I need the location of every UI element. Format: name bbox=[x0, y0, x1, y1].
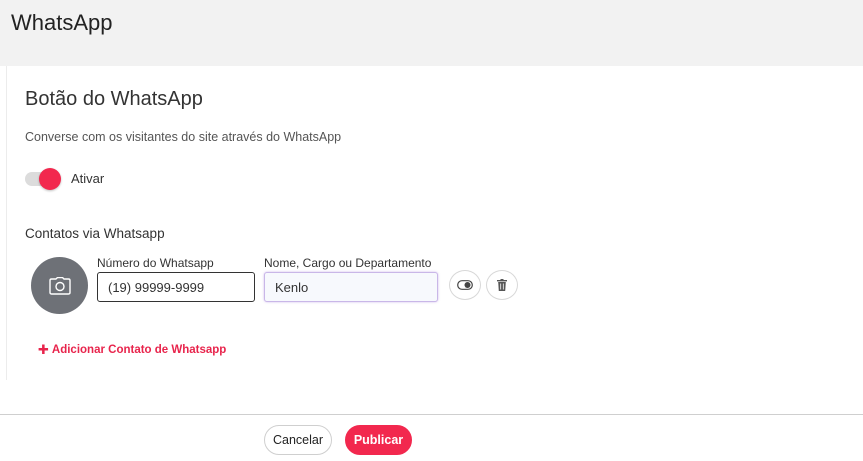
name-field-label: Nome, Cargo ou Departamento bbox=[264, 256, 432, 270]
toggle-icon bbox=[457, 280, 473, 290]
toggle-knob bbox=[39, 168, 61, 190]
publish-button[interactable]: Publicar bbox=[345, 425, 412, 455]
footer-divider bbox=[0, 414, 863, 415]
camera-icon bbox=[48, 276, 71, 295]
activate-toggle[interactable] bbox=[25, 168, 61, 190]
add-contact-link[interactable]: ✚ Adicionar Contato de Whatsapp bbox=[38, 342, 226, 358]
add-contact-label: Adicionar Contato de Whatsapp bbox=[51, 344, 227, 356]
page-title: Botão do WhatsApp bbox=[25, 88, 203, 110]
name-field-group: Nome, Cargo ou Departamento bbox=[264, 256, 438, 302]
contact-delete-button[interactable] bbox=[486, 270, 518, 300]
phone-field-label: Número do Whatsapp bbox=[97, 256, 214, 270]
trash-icon bbox=[497, 279, 507, 291]
contacts-section-title: Contatos via Whatsapp bbox=[25, 226, 165, 241]
top-bar: WhatsApp bbox=[0, 0, 863, 66]
phone-input[interactable] bbox=[97, 272, 255, 302]
plus-icon: ✚ bbox=[38, 342, 49, 357]
settings-card: Botão do WhatsApp Converse com os visita… bbox=[6, 66, 863, 380]
phone-field-group: Número do Whatsapp bbox=[97, 256, 255, 302]
name-input[interactable] bbox=[264, 272, 438, 302]
app-title: WhatsApp bbox=[11, 10, 113, 35]
contact-photo-upload[interactable] bbox=[31, 257, 88, 314]
page-description: Converse com os visitantes do site atrav… bbox=[25, 130, 342, 144]
activate-toggle-label: Ativar bbox=[71, 170, 105, 186]
activate-toggle-row: Ativar bbox=[25, 168, 105, 190]
cancel-button[interactable]: Cancelar bbox=[264, 425, 332, 455]
contact-toggle-button[interactable] bbox=[449, 270, 481, 300]
